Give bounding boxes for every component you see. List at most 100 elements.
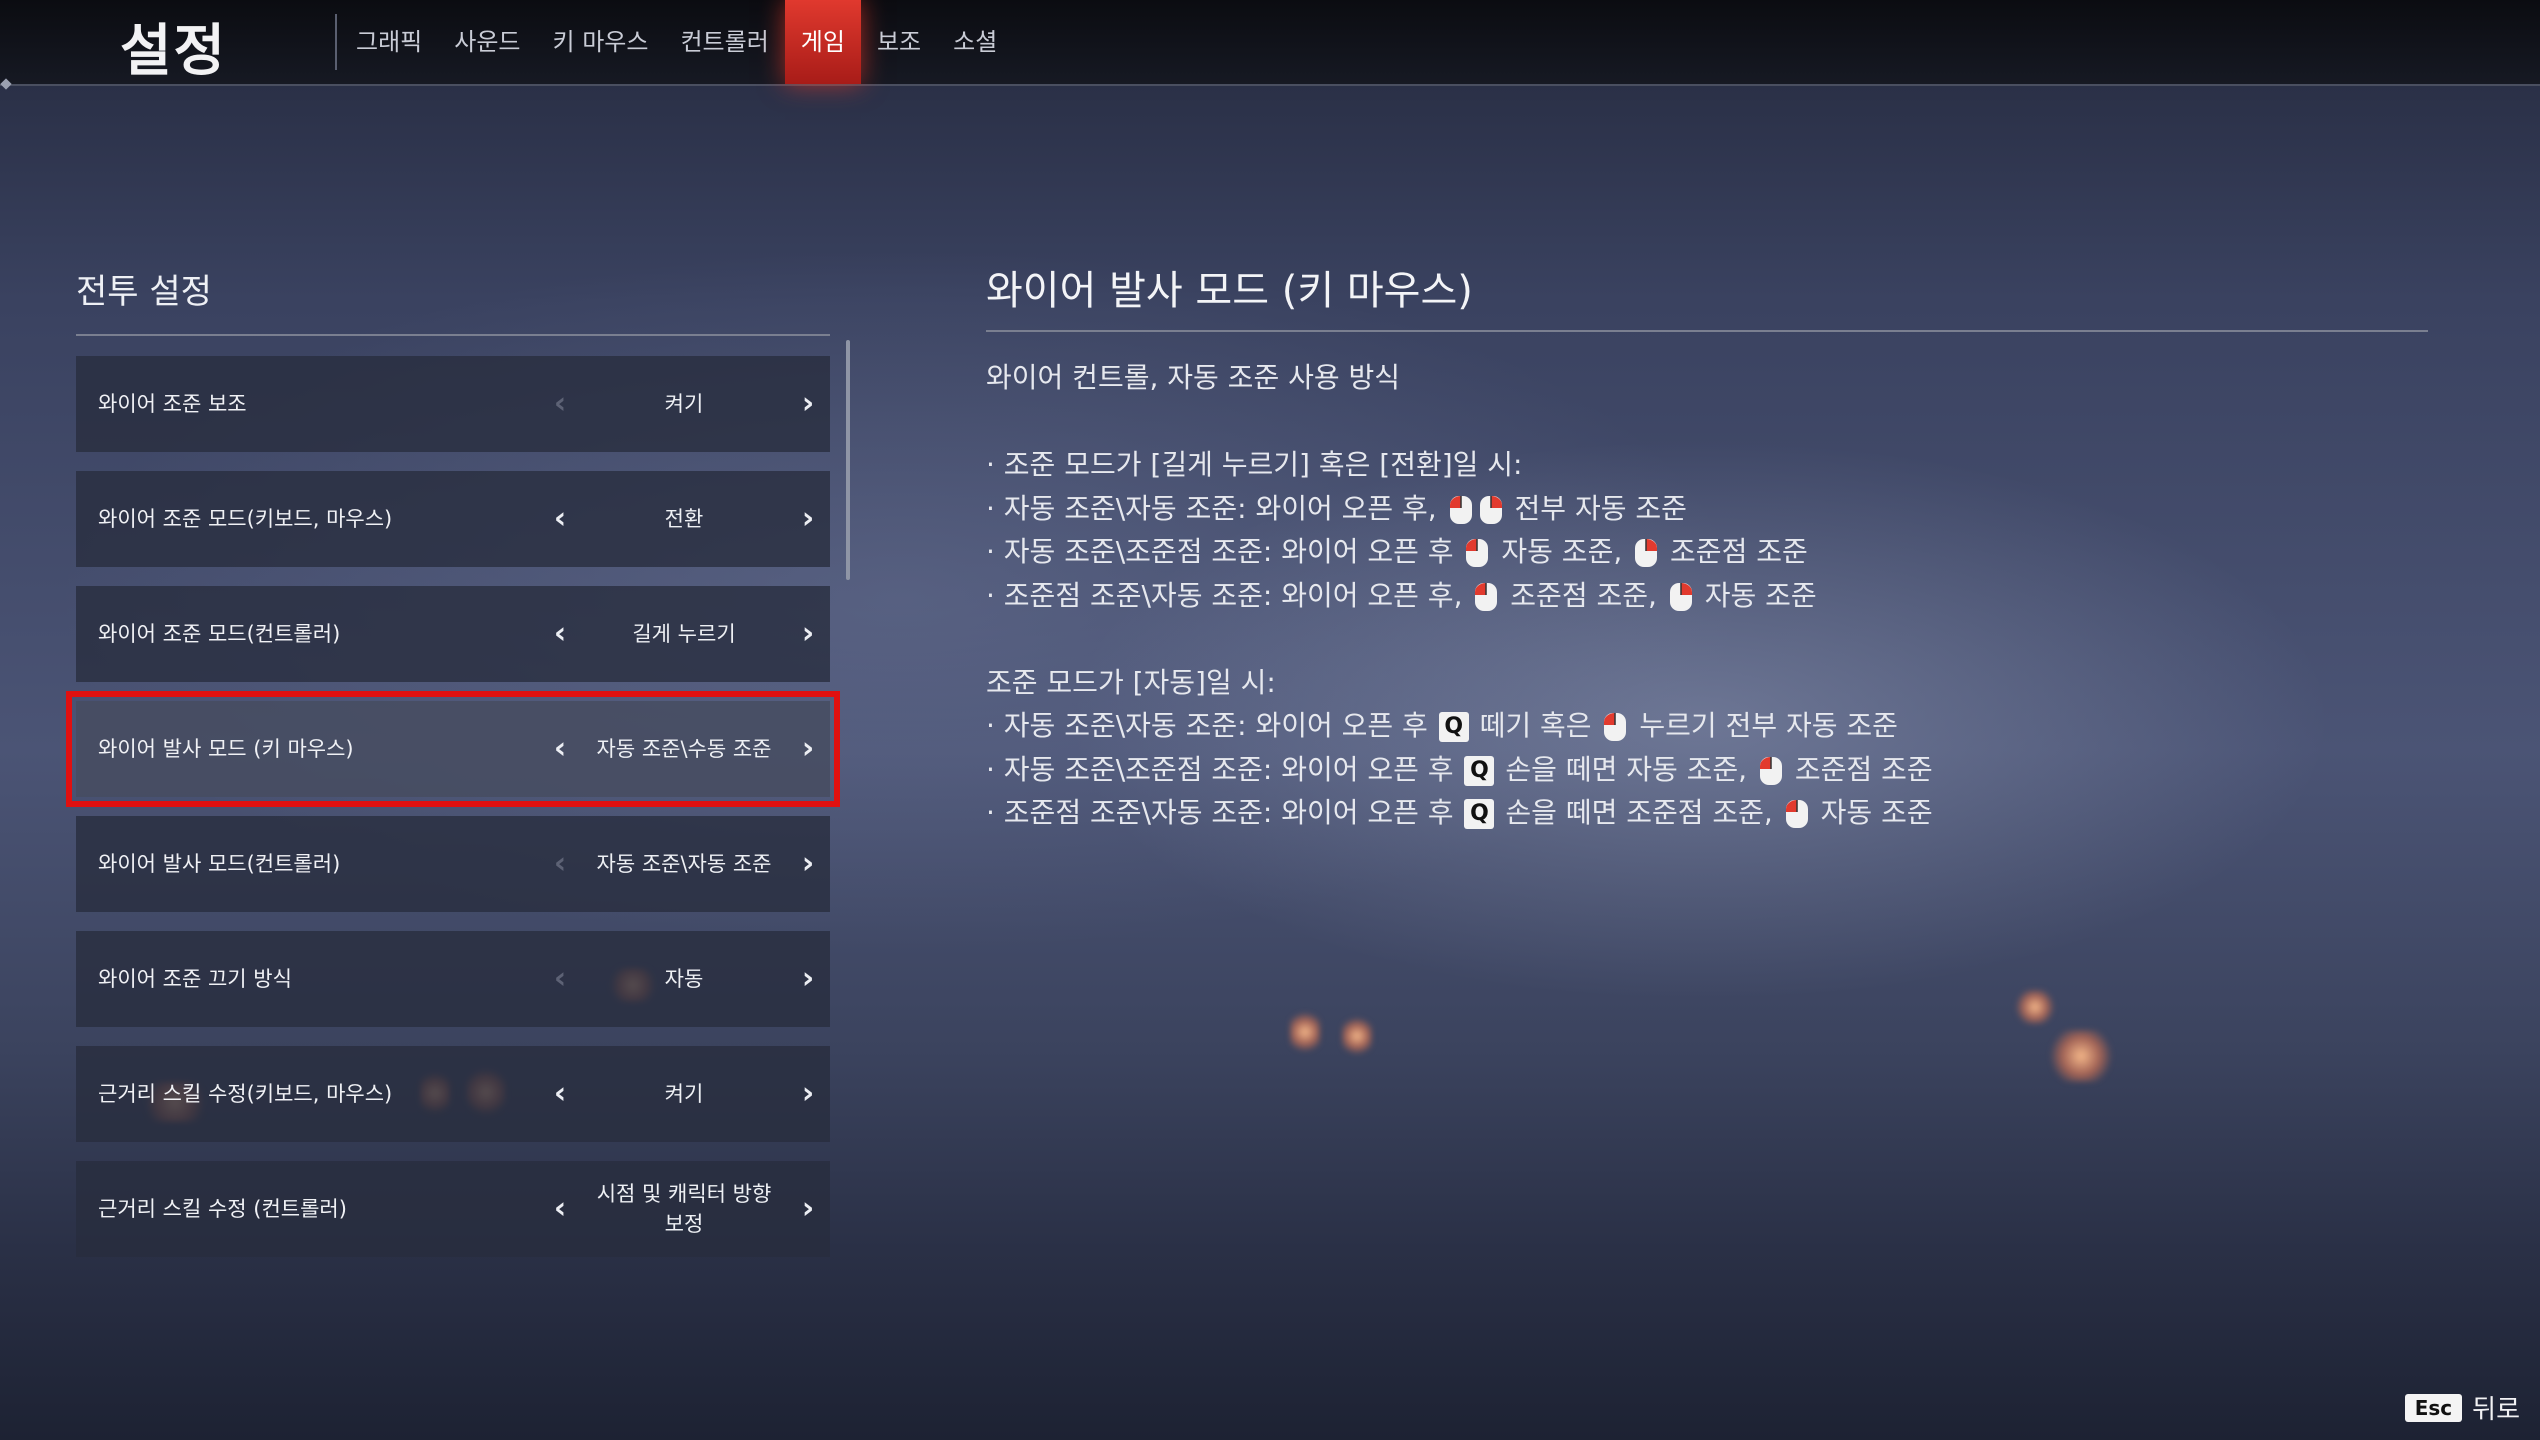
description-line: · 자동 조준\조준점 조준: 와이어 오픈 후 자동 조준, 조준점 조준 [986,530,2428,574]
description-line: · 조준점 조준\자동 조준: 와이어 오픈 후, 조준점 조준, 자동 조준 [986,574,2428,618]
mouse-left-button-icon [1785,800,1808,828]
lantern-light [2048,1030,2114,1082]
setting-label: 와이어 조준 모드(키보드, 마우스) [98,507,393,531]
tab-game[interactable]: 게임 [784,0,861,84]
setting-row-melee-skill-keyboard[interactable]: 근거리 스킬 수정(키보드, 마우스) ‹ 켜기 › [76,1046,830,1142]
setting-row-wire-aim-mode-controller[interactable]: 와이어 조준 모드(컨트롤러) ‹ 길게 누르기 › [76,586,830,682]
chevron-left-icon: ‹ [553,846,567,881]
back-button[interactable]: Esc 뒤로 [2404,1389,2520,1426]
description-line: · 조준점 조준\자동 조준: 와이어 오픈 후 Q 손을 떼면 조준점 조준,… [986,791,2428,835]
tab-controller[interactable]: 컨트롤러 [664,0,784,84]
setting-label: 근거리 스킬 수정 (컨트롤러) [98,1197,347,1221]
chevron-right-icon[interactable]: › [788,816,828,912]
description-line-text: · 자동 조준\자동 조준: 와이어 오픈 후 [986,709,1428,742]
lantern-light [1290,1010,1320,1054]
setting-row-wire-fire-mode-controller[interactable]: 와이어 발사 모드(컨트롤러) ‹ 자동 조준\자동 조준 › [76,816,830,912]
description-line-text: 누르기 전부 자동 조준 [1639,709,1898,742]
chevron-left-icon: ‹ [553,961,567,996]
back-label: 뒤로 [2472,1395,2520,1425]
chevron-left-icon[interactable]: ‹ [540,1161,580,1257]
description-line-text: 손을 떼면 자동 조준, [1505,752,1748,786]
description-line-text: 전부 자동 조준 [1514,491,1687,525]
description-line-text: 조준점 조준, [1510,578,1657,612]
mouse-right-button-icon [1479,495,1502,524]
section-title: 전투 설정 [76,272,212,312]
settings-scrollbar[interactable] [846,340,850,580]
description-line-text: 자동 조준 [1820,796,1933,829]
setting-value: 전환 [664,507,704,531]
chevron-right-icon[interactable]: › [788,1161,828,1257]
description-line-text: · 자동 조준\조준점 조준: 와이어 오픈 후 [986,535,1454,568]
key-q-icon: Q [1438,712,1469,742]
mouse-left-button-icon [1475,582,1498,611]
description-line-text: · 자동 조준\조준점 조준: 와이어 오픈 후 [986,752,1454,786]
mouse-left-button-icon [1449,495,1472,524]
description-line-text: 조준점 조준 [1670,535,1808,568]
setting-label: 와이어 조준 모드(컨트롤러) [98,622,341,646]
setting-row-wire-aim-mode-keyboard[interactable]: 와이어 조준 모드(키보드, 마우스) ‹ 전환 › [76,471,830,567]
description-line-text: · 조준점 조준\자동 조준: 와이어 오픈 후, [986,578,1463,612]
setting-value: 켜기 [664,1082,704,1106]
lantern-light [2015,990,2055,1024]
chevron-left-icon[interactable]: ‹ [540,471,580,567]
chevron-left-icon[interactable]: ‹ [540,586,580,682]
key-q-icon: Q [1464,755,1495,786]
description-line: · 자동 조준\조준점 조준: 와이어 오픈 후 Q 손을 떼면 자동 조준, … [986,748,2428,792]
setting-value: 자동 조준\자동 조준 [596,852,772,876]
page-title: 설정 [120,19,228,84]
description-hold-header: · 조준 모드가 [길게 누르기] 혹은 [전환]일 시: [986,448,1523,481]
description-line-text: 떼기 혹은 [1479,709,1592,742]
chevron-right-icon[interactable]: › [788,471,828,567]
setting-row-wire-aim-assist[interactable]: 와이어 조준 보조 ‹ 켜기 › [76,356,830,452]
setting-value: 켜기 [664,392,704,416]
description-line-text: 조준점 조준 [1794,752,1933,786]
description-body: 와이어 컨트롤, 자동 조준 사용 방식 · 조준 모드가 [길게 누르기] 혹… [986,356,2428,835]
chevron-right-icon[interactable]: › [788,1046,828,1142]
setting-row-wire-fire-mode-keymouse[interactable]: 와이어 발사 모드 (키 마우스) ‹ 자동 조준\수동 조준 › [66,691,840,807]
top-navigation-bar: 설정 그래픽 사운드 키 마우스 컨트롤러 게임 보조 소셜 [0,0,2540,86]
section-divider [76,334,830,336]
chevron-left-icon[interactable]: ‹ [540,1046,580,1142]
description-line-text: 손을 떼면 조준점 조준, [1505,796,1773,829]
description-auto-header: 조준 모드가 [자동]일 시: [986,665,1276,699]
chevron-left-icon: ‹ [553,386,567,421]
chevron-left-icon[interactable]: ‹ [540,701,580,797]
setting-label: 와이어 발사 모드(컨트롤러) [98,852,341,876]
mouse-left-button-icon [1604,713,1627,741]
chevron-right-icon[interactable]: › [788,356,828,452]
setting-value: 자동 조준\수동 조준 [596,737,772,761]
mouse-left-button-icon [1466,539,1489,567]
description-line-text: 자동 조준, [1501,535,1623,568]
lantern-light [1342,1016,1372,1056]
key-q-icon: Q [1464,799,1495,829]
tab-assist[interactable]: 보조 [861,0,937,84]
tab-graphics[interactable]: 그래픽 [340,0,438,84]
setting-label: 근거리 스킬 수정(키보드, 마우스) [98,1082,393,1106]
setting-row-wire-aim-off-method[interactable]: 와이어 조준 끄기 방식 ‹ 자동 › [76,931,830,1027]
mouse-right-button-icon [1635,539,1658,567]
title-divider [335,14,337,70]
setting-value: 시점 및 캐릭터 방향 보정 [596,1182,772,1236]
setting-label: 와이어 조준 끄기 방식 [98,967,292,991]
setting-value: 길게 누르기 [632,622,736,646]
description-line-text: 자동 조준 [1704,578,1817,612]
mouse-right-button-icon [1669,582,1692,611]
description-line-text: · 자동 조준\자동 조준: 와이어 오픈 후, [986,491,1437,525]
description-divider [986,330,2428,332]
tab-sound[interactable]: 사운드 [438,0,536,84]
description-line-text: · 조준점 조준\자동 조준: 와이어 오픈 후 [986,796,1454,829]
description-subtitle: 와이어 컨트롤, 자동 조준 사용 방식 [986,361,1401,394]
setting-row-melee-skill-controller[interactable]: 근거리 스킬 수정 (컨트롤러) ‹ 시점 및 캐릭터 방향 보정 › [76,1161,830,1257]
setting-value: 자동 [664,967,704,991]
description-line: · 자동 조준\자동 조준: 와이어 오픈 후 Q 떼기 혹은 누르기 전부 자… [986,704,2428,748]
setting-label: 와이어 조준 보조 [98,392,247,416]
settings-list: 와이어 조준 보조 ‹ 켜기 › 와이어 조준 모드(키보드, 마우스) ‹ 전… [66,356,840,1276]
chevron-right-icon[interactable]: › [788,931,828,1027]
description-title: 와이어 발사 모드 (키 마우스) [986,268,1473,314]
chevron-right-icon[interactable]: › [788,586,828,682]
tab-social[interactable]: 소셜 [937,0,1013,84]
tab-key-mouse[interactable]: 키 마우스 [537,0,665,84]
mouse-left-button-icon [1759,756,1782,785]
chevron-right-icon[interactable]: › [788,701,828,797]
description-line: · 자동 조준\자동 조준: 와이어 오픈 후, 전부 자동 조준 [986,487,2428,531]
